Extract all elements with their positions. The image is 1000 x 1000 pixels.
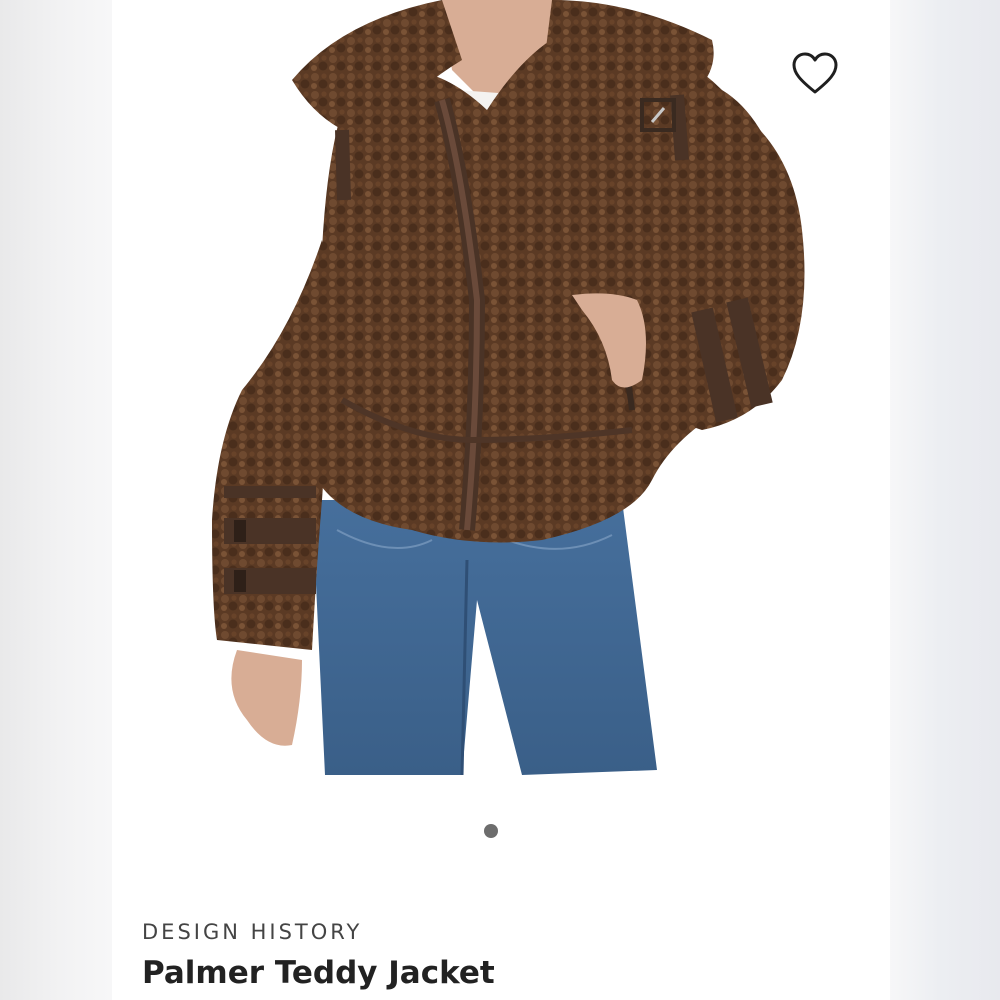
image-carousel-indicator <box>112 824 890 840</box>
brand-name[interactable]: DESIGN HISTORY <box>142 920 362 944</box>
jacket-photo-illustration <box>212 0 805 776</box>
left-hand <box>231 650 302 746</box>
favorite-button[interactable] <box>790 50 840 98</box>
product-title[interactable]: Palmer Teddy Jacket <box>142 955 495 991</box>
heart-icon <box>792 52 838 94</box>
product-card: DESIGN HISTORY Palmer Teddy Jacket <box>112 0 890 1000</box>
product-image[interactable] <box>112 0 890 790</box>
carousel-dot-active[interactable] <box>484 824 498 838</box>
